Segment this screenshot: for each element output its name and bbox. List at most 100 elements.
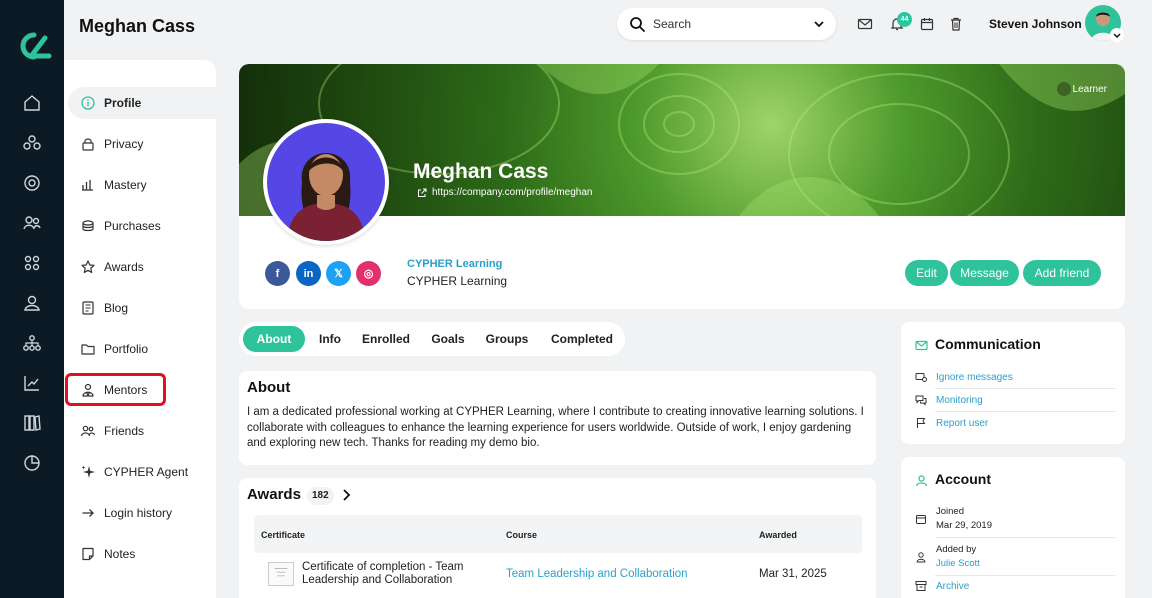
- add-friend-button[interactable]: Add friend: [1023, 260, 1101, 286]
- mail-icon[interactable]: [857, 16, 873, 32]
- nav-item-label: Notes: [104, 547, 136, 561]
- chart-icon[interactable]: [22, 373, 42, 393]
- nav-item-profile[interactable]: Profile: [68, 87, 216, 119]
- monitoring-link[interactable]: Monitoring: [915, 394, 1113, 406]
- nav-item-label: Purchases: [104, 219, 161, 233]
- certificate-thumbnail: [268, 562, 294, 586]
- library-icon[interactable]: [22, 413, 42, 433]
- profile-tabs: About Info Enrolled Goals Groups Complet…: [239, 322, 625, 356]
- people-icon[interactable]: [22, 213, 42, 233]
- awards-title: Awards: [247, 486, 301, 503]
- archive-link[interactable]: Archive: [915, 580, 1113, 592]
- edit-button[interactable]: Edit: [905, 260, 948, 286]
- nav-item-label: Blog: [104, 301, 129, 315]
- column-header: Awarded: [759, 530, 797, 540]
- tab-groups[interactable]: Groups: [479, 326, 535, 352]
- profile-name: Meghan Cass: [413, 160, 549, 183]
- nav-item-label: Awards: [104, 260, 144, 274]
- chevron-down-icon[interactable]: [1110, 28, 1124, 42]
- calendar-icon: [915, 512, 927, 524]
- communication-title: Communication: [935, 336, 1041, 352]
- mentors-highlight: [65, 373, 166, 406]
- tab-enrolled[interactable]: Enrolled: [357, 326, 415, 352]
- sparkle-icon: [80, 464, 96, 480]
- nav-item-login-history[interactable]: Login history: [68, 497, 216, 529]
- user-name[interactable]: Steven Johnson: [989, 17, 1082, 31]
- user-icon[interactable]: [22, 293, 42, 313]
- nav-item-label: Portfolio: [104, 342, 149, 356]
- external-link-icon: [418, 188, 427, 197]
- certificate-name: Certificate of completion - Team Leaders…: [302, 561, 464, 586]
- nav-item-awards[interactable]: Awards: [68, 251, 216, 283]
- x-icon[interactable]: 𝕏: [326, 261, 351, 286]
- info-icon: [80, 95, 96, 111]
- tab-info[interactable]: Info: [311, 326, 349, 352]
- calendar-icon[interactable]: [919, 16, 935, 32]
- mail-icon: [915, 339, 928, 352]
- profile-nav: Profile Privacy Mastery Purchases Awards…: [64, 60, 216, 598]
- role-badge: Learner: [1056, 82, 1107, 96]
- nav-item-friends[interactable]: Friends: [68, 415, 216, 447]
- archive-label: Archive: [936, 580, 970, 592]
- tab-goals[interactable]: Goals: [425, 326, 471, 352]
- joined-label: Joined: [936, 506, 964, 517]
- hierarchy-icon[interactable]: [22, 333, 42, 353]
- person-icon: [915, 550, 927, 563]
- page-title: Meghan Cass: [79, 16, 196, 36]
- report-user-link[interactable]: Report user: [915, 417, 1113, 429]
- ignore-messages-link[interactable]: Ignore messages: [915, 371, 1113, 383]
- organization-name: CYPHER Learning: [407, 274, 508, 288]
- table-row[interactable]: Certificate of completion - Team Leaders…: [254, 556, 862, 596]
- nav-item-cypher-agent[interactable]: CYPHER Agent: [68, 456, 216, 488]
- nav-item-privacy[interactable]: Privacy: [68, 128, 216, 160]
- about-title: About: [247, 379, 291, 396]
- account-card: Account Joined Mar 29, 2019 Added by Jul…: [901, 457, 1125, 598]
- nav-item-notes[interactable]: Notes: [68, 538, 216, 570]
- added-by-link[interactable]: Julie Scott: [936, 558, 980, 569]
- awards-card: Awards 182 Certificate Course Awarded Ce…: [239, 478, 876, 598]
- note-icon: [80, 546, 96, 562]
- about-card: About I am a dedicated professional work…: [239, 371, 876, 465]
- account-title: Account: [935, 471, 991, 487]
- folder-icon: [80, 341, 96, 357]
- divider: [935, 388, 1115, 389]
- cypher-logo[interactable]: [12, 30, 52, 62]
- nav-item-label: CYPHER Agent: [104, 465, 189, 479]
- organization-link[interactable]: CYPHER Learning: [407, 258, 502, 270]
- chevron-right-icon[interactable]: [339, 488, 353, 502]
- search-input[interactable]: Search: [617, 8, 836, 40]
- message-button[interactable]: Message: [950, 260, 1019, 286]
- chevron-down-icon[interactable]: [812, 17, 826, 31]
- tab-completed[interactable]: Completed: [545, 326, 619, 352]
- modules-icon[interactable]: [22, 133, 42, 153]
- profile-url[interactable]: https://company.com/profile/meghan: [417, 187, 592, 198]
- facebook-icon[interactable]: f: [265, 261, 290, 286]
- profile-url-text: https://company.com/profile/meghan: [432, 187, 593, 198]
- flag-icon: [915, 417, 927, 429]
- about-text: I am a dedicated professional working at…: [247, 406, 864, 449]
- nav-item-mastery[interactable]: Mastery: [68, 169, 216, 201]
- friends-icon: [80, 423, 96, 439]
- course-link[interactable]: Team Leadership and Collaboration: [506, 568, 688, 580]
- profile-card: Learner Meghan Cass https://company.com/…: [239, 64, 1125, 309]
- nav-item-purchases[interactable]: Purchases: [68, 210, 216, 242]
- awards-table-header: Certificate Course Awarded: [254, 515, 862, 553]
- ignore-icon: [915, 371, 927, 383]
- linkedin-icon[interactable]: in: [296, 261, 321, 286]
- nav-item-blog[interactable]: Blog: [68, 292, 216, 324]
- home-icon[interactable]: [22, 93, 42, 113]
- nav-item-portfolio[interactable]: Portfolio: [68, 333, 216, 365]
- target-icon[interactable]: [22, 173, 42, 193]
- user-icon: [915, 474, 928, 487]
- tab-about[interactable]: About: [243, 326, 305, 352]
- trash-icon[interactable]: [948, 16, 964, 32]
- coins-icon: [80, 218, 96, 234]
- instagram-icon[interactable]: ◎: [356, 261, 381, 286]
- notification-badge: 44: [897, 12, 912, 27]
- column-header: Course: [506, 530, 538, 540]
- app-rail: [0, 0, 64, 598]
- grid-icon[interactable]: [22, 253, 42, 273]
- pie-icon[interactable]: [22, 453, 42, 473]
- ignore-messages-label: Ignore messages: [936, 371, 1013, 383]
- nav-item-label: Profile: [104, 96, 142, 110]
